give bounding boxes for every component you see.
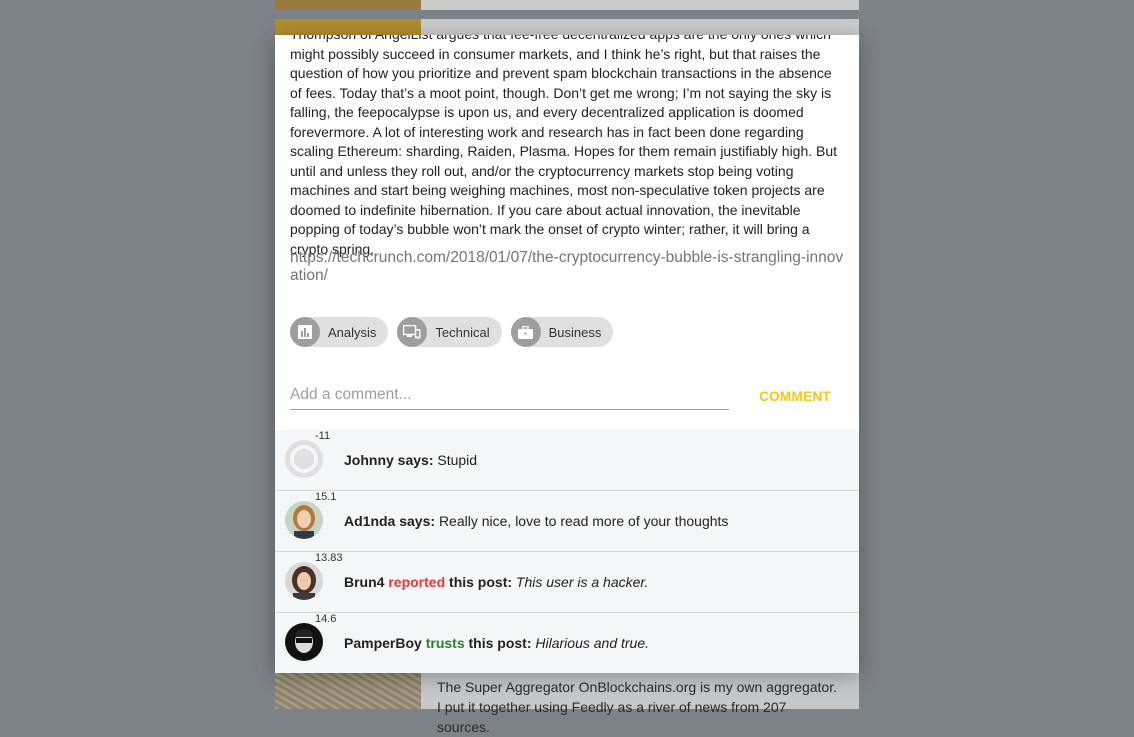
comment-body: Hilarious and true.: [535, 635, 650, 651]
briefcase-icon: [510, 317, 541, 347]
devices-icon: [397, 317, 428, 347]
feed-thumbnail: [275, 0, 421, 10]
avatar[interactable]: [285, 501, 323, 539]
reputation-score: 15.1: [315, 491, 337, 503]
comment-action: reported: [388, 574, 446, 590]
post-dialog: Thompson of AngelList argues that fee-fr…: [275, 35, 859, 673]
comment-verb: this post:: [449, 574, 513, 590]
reputation-score: -11: [315, 430, 331, 442]
comment-item: 13.83 Brun4 reported this post: This use…: [275, 552, 859, 613]
comment-verb: says:: [399, 513, 436, 529]
avatar[interactable]: [285, 440, 323, 478]
tag-chip-technical[interactable]: Technical: [397, 317, 502, 347]
comment-text: PamperBoy trusts this post: Hilarious an…: [344, 635, 649, 651]
comment-item: 14.6 PamperBoy trusts this post: Hilario…: [275, 613, 859, 673]
article-url[interactable]: https://techcrunch.com/2018/01/07/the-cr…: [290, 249, 846, 285]
avatar[interactable]: [285, 562, 323, 600]
comment-body: Really nice, love to read more of your t…: [438, 513, 729, 529]
avatar[interactable]: [285, 623, 323, 661]
reputation-score: 13.83: [315, 552, 343, 564]
comment-text: Johnny says: Stupid: [344, 452, 477, 468]
tag-chip-business[interactable]: Business: [510, 317, 614, 347]
comment-author[interactable]: Brun4: [344, 574, 384, 590]
comment-button[interactable]: COMMENT: [745, 382, 845, 410]
comment-author[interactable]: Johnny: [344, 452, 394, 468]
comment-verb: this post:: [468, 635, 532, 651]
comment-input[interactable]: [290, 381, 729, 410]
comment-author[interactable]: Ad1nda: [344, 513, 395, 529]
feed-card-text: The Super Aggregator OnBlockchains.org i…: [437, 679, 837, 735]
tag-label: Technical: [435, 324, 490, 340]
feed-thumbnail: [275, 673, 421, 709]
tag-label: Analysis: [328, 324, 377, 340]
comment-text: Brun4 reported this post: This user is a…: [344, 574, 648, 590]
comment-body: This user is a hacker.: [515, 574, 649, 590]
tag-list: Analysis Technical Business: [290, 317, 614, 347]
comment-text: Ad1nda says: Really nice, love to read m…: [344, 513, 728, 529]
article-body: Thompson of AngelList argues that fee-fr…: [290, 35, 838, 257]
tag-chip-analysis[interactable]: Analysis: [290, 317, 389, 347]
comment-action: trusts: [425, 635, 465, 651]
comment-item: 15.1 Ad1nda says: Really nice, love to r…: [275, 491, 859, 552]
comment-author[interactable]: PamperBoy: [344, 635, 422, 651]
comment-verb: says:: [397, 452, 434, 468]
comment-body: Stupid: [437, 452, 478, 468]
bar-chart-icon: [290, 317, 320, 347]
reputation-score: 14.6: [315, 613, 337, 625]
comment-item: -11 Johnny says: Stupid: [275, 430, 859, 491]
tag-label: Business: [548, 324, 602, 340]
comment-list: -11 Johnny says: Stupid 15.1 Ad1nda says…: [275, 430, 859, 673]
